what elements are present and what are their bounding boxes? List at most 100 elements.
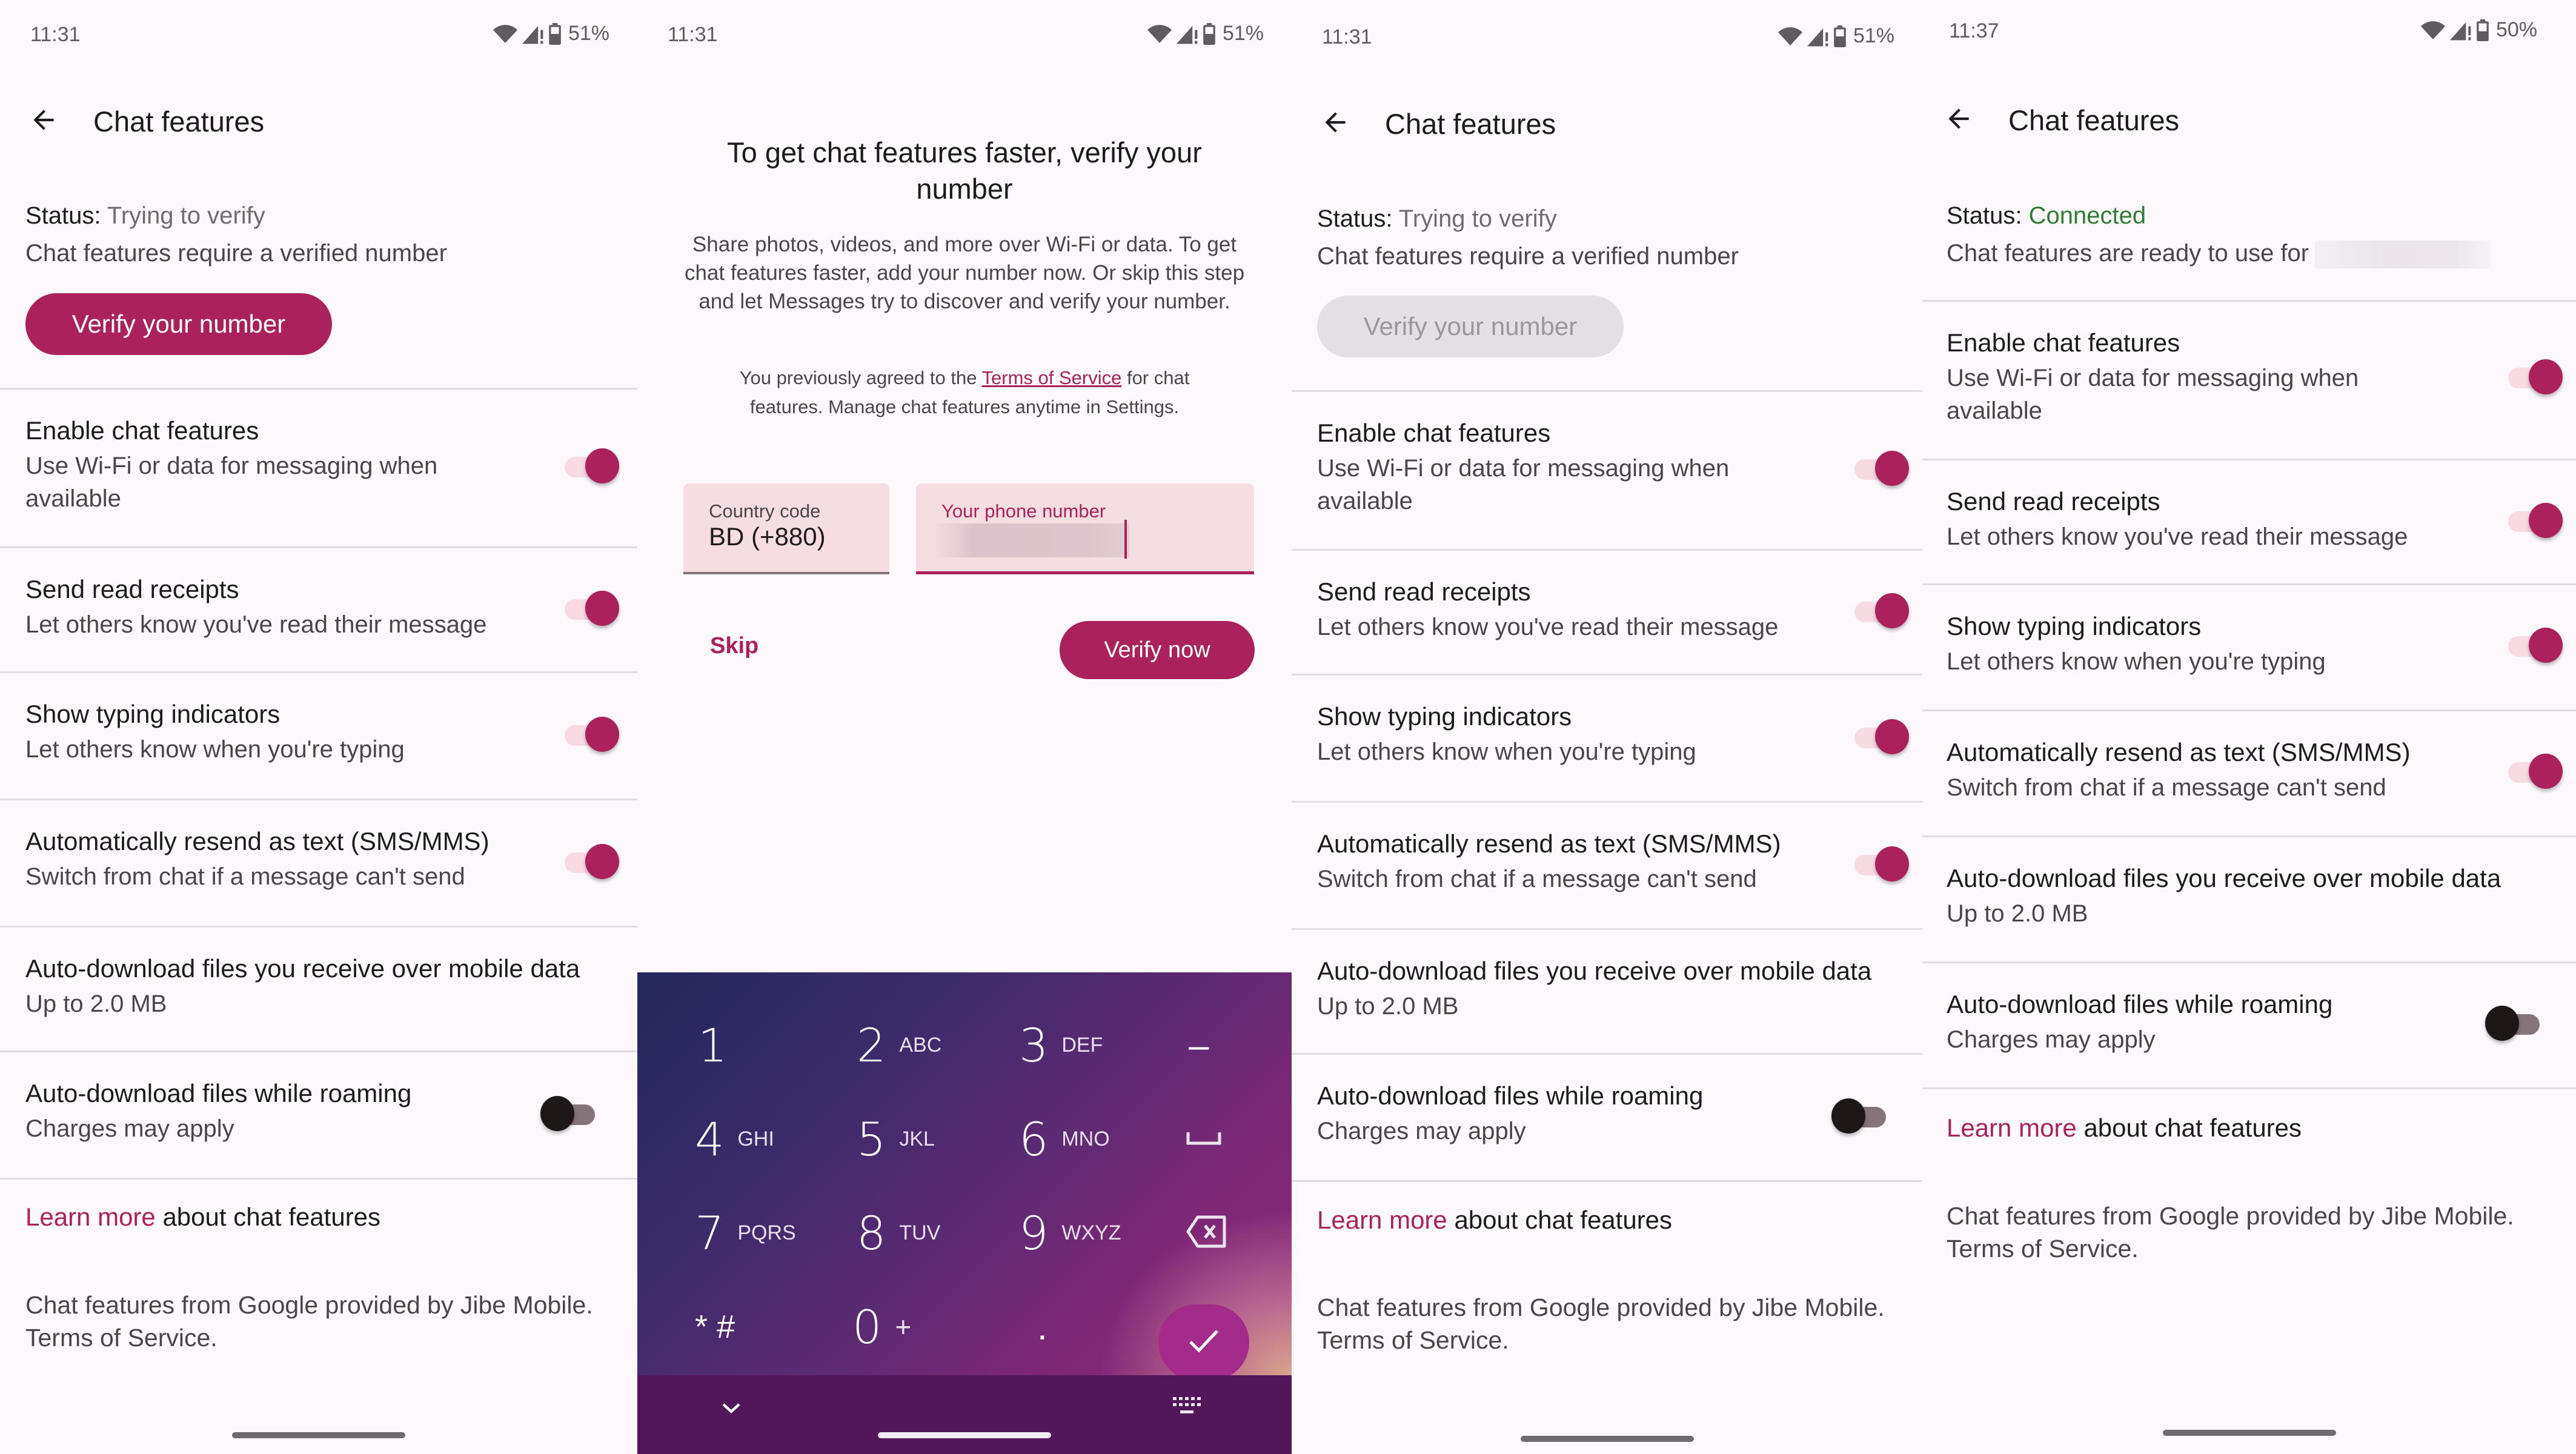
status-value: Trying to verify <box>1398 205 1557 232</box>
setting-auto-download-roaming[interactable]: Auto-download files while roaming Charge… <box>1292 1053 1922 1180</box>
arrow-back-icon <box>1320 107 1350 141</box>
setting-resend-sms[interactable]: Automatically resend as text (SMS/MMS) S… <box>0 798 637 926</box>
key-8[interactable]: 8 TUV <box>857 1187 1008 1278</box>
learn-more-link[interactable]: Learn more <box>1947 1114 2077 1142</box>
resend-sms-toggle[interactable] <box>560 842 620 882</box>
read-receipts-toggle[interactable] <box>560 589 620 629</box>
wifi-icon <box>2420 20 2445 41</box>
setting-auto-download-mobile[interactable]: Auto-download files you receive over mob… <box>1922 835 2576 961</box>
setting-resend-sms[interactable]: Automatically resend as text (SMS/MMS) S… <box>1922 709 2576 835</box>
learn-more-text: Learn more about chat features <box>25 1203 381 1231</box>
home-indicator[interactable] <box>878 1432 1051 1438</box>
key-2[interactable]: 2 ABC <box>857 1000 1008 1090</box>
typing-indicators-toggle[interactable] <box>1850 717 1910 757</box>
backspace-key[interactable] <box>1186 1187 1292 1278</box>
footer-text: Chat features from Google provided by Ji… <box>1947 1202 2514 1263</box>
phone-number-field[interactable]: Your phone number ) <box>916 483 1254 574</box>
setting-read-receipts[interactable]: Send read receipts Let others know you'v… <box>1292 549 1922 674</box>
chevron-down-icon[interactable] <box>716 1396 746 1423</box>
read-receipts-toggle[interactable] <box>2503 501 2564 541</box>
setting-read-receipts[interactable]: Send read receipts Let others know you'v… <box>0 546 637 671</box>
key-9[interactable]: 9 WXYZ <box>1019 1187 1170 1278</box>
terms-of-service-link[interactable]: Terms of Service <box>982 367 1122 388</box>
setting-enable-chat[interactable]: Enable chat features Use Wi-Fi or data f… <box>1292 390 1922 549</box>
learn-more-text: Learn more about chat features <box>1947 1114 2302 1142</box>
setting-resend-sms[interactable]: Automatically resend as text (SMS/MMS) S… <box>1292 801 1922 928</box>
enable-chat-toggle[interactable] <box>560 446 620 486</box>
setting-title: Enable chat features <box>1317 419 1551 447</box>
backspace-icon <box>1186 1215 1228 1252</box>
setting-enable-chat[interactable]: Enable chat features Use Wi-Fi or data f… <box>1922 300 2576 459</box>
learn-more-link[interactable]: Learn more <box>25 1203 156 1231</box>
key-3[interactable]: 3 DEF <box>1019 1000 1170 1090</box>
page-title: Chat features <box>2008 104 2180 136</box>
key-0[interactable]: 0 + <box>852 1281 1004 1372</box>
home-indicator[interactable] <box>2162 1430 2336 1436</box>
enable-chat-toggle[interactable] <box>1850 449 1910 489</box>
setting-typing-indicators[interactable]: Show typing indicators Let others know w… <box>0 671 637 798</box>
battery-percent: 51% <box>1853 24 1894 47</box>
setting-typing-indicators[interactable]: Show typing indicators Let others know w… <box>1292 674 1922 801</box>
key-1[interactable]: 1 <box>698 1000 849 1090</box>
text-cursor <box>1124 520 1127 559</box>
setting-auto-download-roaming[interactable]: Auto-download files while roaming Charge… <box>0 1051 637 1178</box>
setting-title: Send read receipts <box>25 575 239 603</box>
verify-number-button[interactable]: Verify your number <box>1317 296 1624 357</box>
resend-sms-toggle[interactable] <box>2503 752 2564 792</box>
setting-title: Send read receipts <box>1317 577 1531 606</box>
key-6[interactable]: 6 MNO <box>1019 1094 1170 1184</box>
setting-title: Enable chat features <box>25 416 259 445</box>
setting-subtitle: Use Wi-Fi or data for messaging when ava… <box>25 453 438 512</box>
status-block: Status: Trying to verify Chat features r… <box>1317 200 1904 275</box>
setting-subtitle: Use Wi-Fi or data for messaging when ava… <box>1947 365 2359 424</box>
symbols-key[interactable]: * # <box>695 1281 846 1372</box>
back-button[interactable] <box>13 91 74 151</box>
read-receipts-toggle[interactable] <box>1850 591 1910 631</box>
signal-icon <box>1176 24 1198 44</box>
setting-subtitle: Use Wi-Fi or data for messaging when ava… <box>1317 455 1730 514</box>
setting-title: Automatically resend as text (SMS/MMS) <box>25 827 490 855</box>
roaming-download-toggle[interactable] <box>540 1094 601 1134</box>
enable-chat-toggle[interactable] <box>2503 357 2564 397</box>
signal-icon <box>1807 26 1829 47</box>
setting-enable-chat[interactable]: Enable chat features Use Wi-Fi or data f… <box>0 388 637 546</box>
space-key[interactable] <box>1186 1094 1292 1184</box>
verify-now-button[interactable]: Verify now <box>1060 621 1255 679</box>
status-block: Status: Trying to verify Chat features r… <box>25 197 619 272</box>
learn-more-link[interactable]: Learn more <box>1317 1206 1447 1234</box>
wifi-icon <box>1147 24 1172 44</box>
resend-sms-toggle[interactable] <box>1850 845 1910 885</box>
divider <box>0 1178 637 1180</box>
setting-typing-indicators[interactable]: Show typing indicators Let others know w… <box>1922 583 2576 709</box>
enter-key[interactable] <box>1158 1304 1249 1381</box>
key-7[interactable]: 7 PQRS <box>695 1187 846 1278</box>
skip-button[interactable]: Skip <box>710 633 759 659</box>
setting-subtitle: Let others know you've read their messag… <box>1947 523 2408 550</box>
verify-number-button[interactable]: Verify your number <box>25 293 332 355</box>
key-4[interactable]: 4 GHI <box>695 1094 846 1184</box>
status-description: Chat features are ready to use for <box>1947 234 2558 272</box>
setting-read-receipts[interactable]: Send read receipts Let others know you'v… <box>1922 459 2576 583</box>
home-indicator[interactable] <box>232 1432 405 1438</box>
back-button[interactable] <box>1305 93 1366 154</box>
setting-subtitle: Switch from chat if a message can't send <box>1947 774 2386 801</box>
setting-auto-download-roaming[interactable]: Auto-download files while roaming Charge… <box>1922 961 2576 1087</box>
roaming-download-toggle[interactable] <box>2485 1004 2546 1044</box>
home-indicator[interactable] <box>1520 1436 1694 1442</box>
roaming-download-toggle[interactable] <box>1831 1097 1892 1137</box>
setting-subtitle: Charges may apply <box>1317 1118 1526 1144</box>
typing-indicators-toggle[interactable] <box>560 715 620 755</box>
back-button[interactable] <box>1928 90 1989 150</box>
country-code-field[interactable]: Country code BD (+880) <box>683 483 889 574</box>
setting-subtitle: Let others know you've read their messag… <box>1317 614 1779 640</box>
key-5[interactable]: 5 JKL <box>857 1094 1008 1184</box>
keyboard-icon[interactable] <box>1170 1393 1204 1426</box>
setting-auto-download-mobile[interactable]: Auto-download files you receive over mob… <box>0 926 637 1051</box>
dash-key[interactable]: – <box>1189 1000 1292 1090</box>
setting-subtitle: Charges may apply <box>25 1115 234 1142</box>
setting-title: Enable chat features <box>1947 328 2180 357</box>
screen-chat-features-connected: 11:37 50% Chat features Status: Connecte… <box>1922 0 2576 1454</box>
setting-auto-download-mobile[interactable]: Auto-download files you receive over mob… <box>1292 928 1922 1053</box>
typing-indicators-toggle[interactable] <box>2503 626 2564 666</box>
phone-number-label: Your phone number <box>941 500 1106 522</box>
